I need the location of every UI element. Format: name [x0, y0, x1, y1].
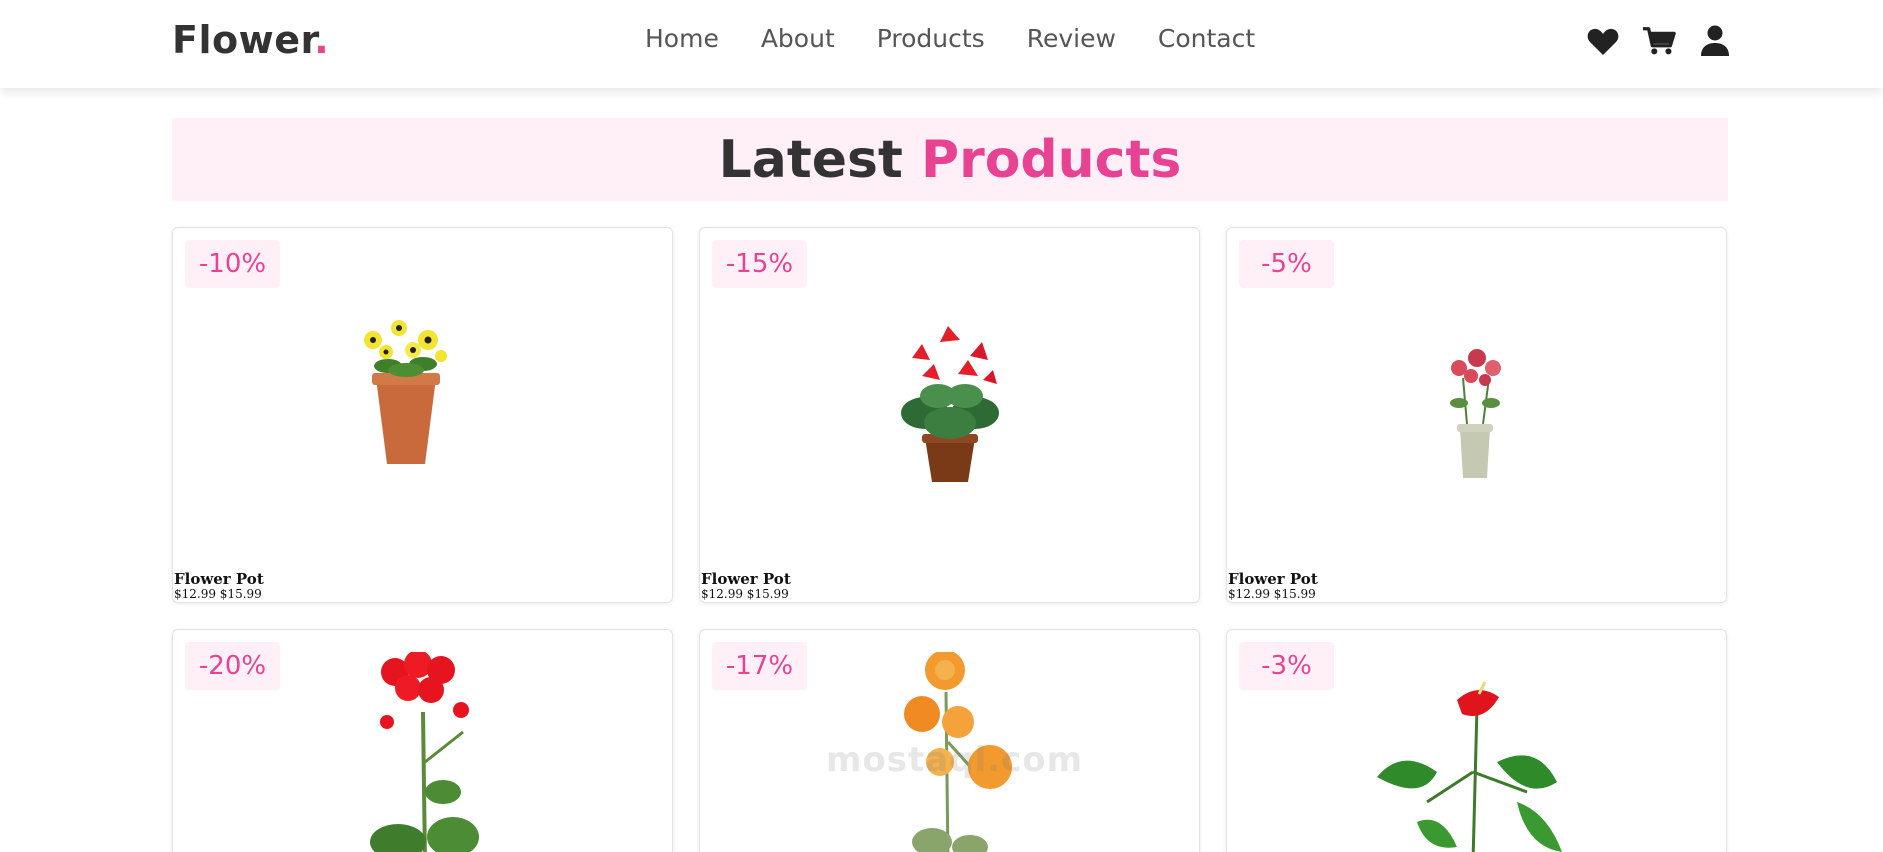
- nav-home[interactable]: Home: [645, 24, 719, 53]
- nav-contact[interactable]: Contact: [1158, 24, 1255, 53]
- cart-icon[interactable]: [1642, 24, 1676, 58]
- discount-badge: -20%: [185, 642, 280, 690]
- product-card[interactable]: -10% Flower Pot $12.99 $15.99: [172, 227, 673, 603]
- product-card[interactable]: -5% Flower Pot $12.99 $15.99: [1226, 227, 1727, 603]
- product-image-pansy-pot: [173, 318, 672, 518]
- product-name[interactable]: Flower Pot: [174, 570, 264, 588]
- discount-badge: -5%: [1239, 240, 1334, 288]
- discount-badge: -17%: [712, 642, 807, 690]
- product-card[interactable]: -3%: [1226, 629, 1727, 852]
- product-image-cyclamen-pot: [700, 318, 1199, 518]
- main-nav: Home About Products Review Contact: [645, 24, 1297, 53]
- site-logo[interactable]: Flower.: [172, 18, 329, 62]
- discount-badge: -3%: [1239, 642, 1334, 690]
- nav-about[interactable]: About: [761, 24, 835, 53]
- user-icon[interactable]: [1698, 24, 1732, 58]
- discount-badge: -10%: [185, 240, 280, 288]
- section-heading-band: Latest Products: [172, 118, 1728, 201]
- discount-badge: -15%: [712, 240, 807, 288]
- product-name[interactable]: Flower Pot: [1228, 570, 1318, 588]
- logo-dot: .: [314, 18, 330, 62]
- site-header: Flower. Home About Products Review Conta…: [0, 0, 1883, 88]
- heart-icon[interactable]: [1586, 24, 1620, 58]
- section-title-accent: Products: [920, 129, 1182, 190]
- nav-review[interactable]: Review: [1027, 24, 1116, 53]
- section-title-main: Latest: [718, 129, 903, 190]
- nav-products[interactable]: Products: [877, 24, 985, 53]
- product-card[interactable]: -15% Flower Pot $12.99 $15.99: [699, 227, 1200, 603]
- product-card[interactable]: -20%: [172, 629, 673, 852]
- product-price: $12.99 $15.99: [701, 587, 789, 601]
- logo-text: Flower: [172, 18, 315, 62]
- product-name[interactable]: Flower Pot: [701, 570, 791, 588]
- header-icons: [1586, 24, 1732, 58]
- product-price: $12.99 $15.99: [1228, 587, 1316, 601]
- product-price: $12.99 $15.99: [174, 587, 262, 601]
- product-image-rose-pot: [1227, 318, 1726, 518]
- watermark-text: mostaql.com: [826, 740, 1084, 780]
- section-title: Latest Products: [719, 130, 1182, 190]
